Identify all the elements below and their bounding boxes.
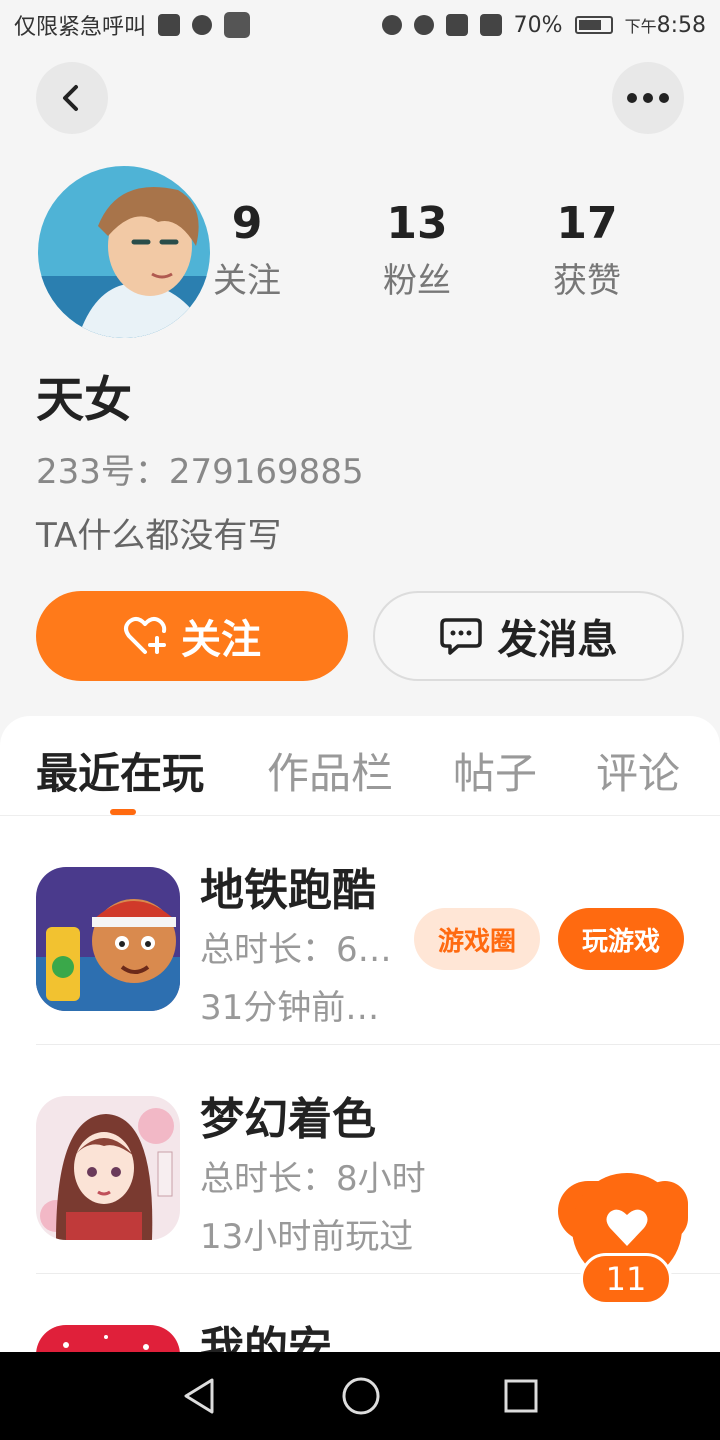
game-last-played: 31分钟前… bbox=[200, 988, 380, 1028]
user-id: 233号：279169885 bbox=[36, 452, 364, 492]
user-bio: TA什么都没有写 bbox=[36, 516, 282, 556]
profile-stats: 9 关注 13 粉丝 17 获赞 bbox=[182, 198, 652, 302]
stat-value: 13 bbox=[386, 198, 448, 249]
game-name: 我的安… bbox=[200, 1323, 376, 1356]
stat-following[interactable]: 9 关注 bbox=[182, 198, 312, 302]
play-game-button[interactable]: 玩游戏 bbox=[558, 908, 684, 970]
tab-posts[interactable]: 帖子 bbox=[453, 740, 537, 801]
game-last-played: 13小时前玩过 bbox=[200, 1217, 414, 1257]
heart-plus-icon bbox=[124, 617, 167, 654]
triangle-back-icon[interactable] bbox=[180, 1376, 220, 1416]
more-button[interactable] bbox=[612, 62, 684, 134]
stat-label: 关注 bbox=[213, 261, 281, 301]
game-icon-dream-coloring[interactable] bbox=[36, 1096, 180, 1240]
nfc-icon bbox=[192, 15, 213, 35]
eye-icon bbox=[413, 15, 434, 35]
stat-value: 9 bbox=[231, 198, 263, 249]
status-left: 仅限紧急呼叫 bbox=[14, 9, 251, 41]
clock-time: 8:58 bbox=[656, 12, 706, 38]
tab-recently-played[interactable]: 最近在玩 bbox=[36, 740, 204, 801]
system-nav-bar bbox=[0, 1352, 720, 1440]
heart-icon bbox=[606, 1209, 648, 1246]
time-prefix: 下午 bbox=[624, 16, 657, 36]
message-label: 发消息 bbox=[497, 617, 618, 663]
wifi-icon bbox=[445, 14, 468, 36]
chat-bubble-icon bbox=[439, 618, 482, 655]
stat-value: 17 bbox=[556, 198, 618, 249]
content-panel: 最近在玩 作品栏 帖子 评论 地铁跑酷 总时长：6… 31分钟前… 游戏圈 玩游… bbox=[0, 716, 720, 1356]
more-dots-icon bbox=[627, 93, 669, 103]
app-notification-icon bbox=[224, 12, 251, 38]
game-name: 地铁跑酷 bbox=[200, 865, 376, 916]
username: 天女 bbox=[36, 372, 133, 428]
stat-likes[interactable]: 17 获赞 bbox=[522, 198, 652, 302]
game-icon-subway-surfers[interactable] bbox=[36, 867, 180, 1011]
active-tab-indicator bbox=[110, 809, 136, 815]
dream-coloring-icon bbox=[36, 1096, 180, 1240]
status-right: 70% 下午8:58 bbox=[381, 12, 706, 38]
game-row-subway-surfers[interactable]: 地铁跑酷 总时长：6… 31分钟前… 游戏圈 玩游戏 bbox=[0, 816, 720, 1045]
game-circle-button[interactable]: 游戏圈 bbox=[414, 908, 540, 970]
tab-comments[interactable]: 评论 bbox=[596, 740, 680, 801]
no-signal-icon bbox=[479, 14, 502, 36]
do-not-disturb-icon bbox=[381, 15, 402, 35]
battery-percent: 70% bbox=[513, 12, 563, 38]
chevron-left-icon bbox=[63, 85, 78, 111]
game-duration: 总时长：6… bbox=[200, 930, 392, 970]
stat-label: 获赞 bbox=[553, 261, 621, 301]
tab-works[interactable]: 作品栏 bbox=[267, 740, 393, 801]
game-row-dream-coloring[interactable]: 梦幻着色 总时长：8小时 13小时前玩过 11 bbox=[0, 1045, 720, 1305]
carrier-text: 仅限紧急呼叫 bbox=[14, 15, 147, 40]
subway-surfers-icon bbox=[36, 867, 180, 1011]
tab-bar: 最近在玩 作品栏 帖子 评论 bbox=[0, 716, 720, 816]
stat-label: 粉丝 bbox=[383, 261, 451, 301]
square-recent-icon[interactable] bbox=[502, 1377, 540, 1415]
circle-home-icon[interactable] bbox=[340, 1375, 382, 1417]
game-row-my-safe[interactable]: 我的安… bbox=[0, 1274, 720, 1356]
battery-icon bbox=[574, 16, 613, 34]
sim-card-icon bbox=[158, 14, 181, 36]
message-button[interactable]: 发消息 bbox=[373, 591, 684, 681]
stat-followers[interactable]: 13 粉丝 bbox=[352, 198, 482, 302]
follow-button[interactable]: 关注 bbox=[36, 591, 348, 681]
back-button[interactable] bbox=[36, 62, 108, 134]
status-bar: 仅限紧急呼叫 70% 下午8:58 bbox=[0, 0, 720, 50]
game-name: 梦幻着色 bbox=[200, 1094, 376, 1145]
game-duration: 总时长：8小时 bbox=[200, 1159, 426, 1199]
follow-label: 关注 bbox=[181, 617, 261, 663]
